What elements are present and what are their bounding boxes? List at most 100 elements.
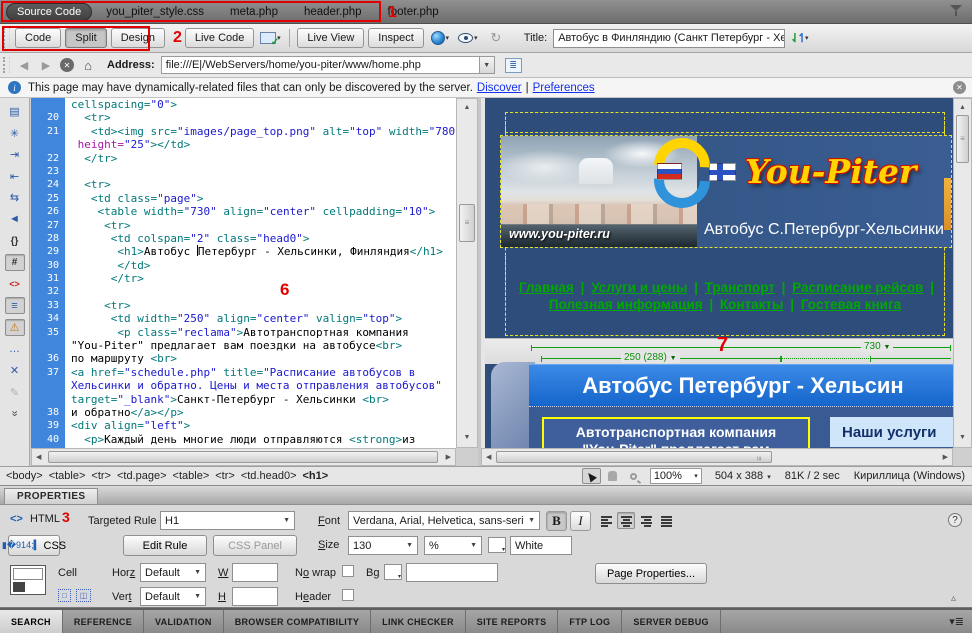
results-tab-validation[interactable]: VALIDATION <box>144 610 224 633</box>
stop-icon[interactable]: ✕ <box>60 58 74 72</box>
collapse-selection-icon[interactable]: ⇤ <box>5 168 25 185</box>
forward-icon[interactable]: ▶ <box>37 57 55 73</box>
font-select[interactable]: Verdana, Arial, Helvetica, sans-serif▼ <box>348 511 540 530</box>
menu-link[interactable]: Контакты <box>720 297 784 312</box>
page-properties-button[interactable]: Page Properties... <box>595 563 707 584</box>
design-view[interactable]: You-Piter Автобус С.Петербург-Хельсинки … <box>481 98 953 448</box>
italic-button[interactable]: I <box>570 511 591 531</box>
design-horizontal-scrollbar[interactable]: ◀ ≡ ▶ <box>481 448 953 466</box>
text-color-swatch[interactable] <box>488 537 506 553</box>
tag-selector-item[interactable]: <tr> <box>215 470 235 482</box>
targeted-rule-select[interactable]: H1▼ <box>160 511 295 530</box>
view-button-code[interactable]: Code <box>15 28 61 48</box>
table-width-label[interactable]: 730 ▼ <box>861 341 893 352</box>
code-horizontal-scrollbar[interactable]: ◀ ▶ <box>31 448 456 466</box>
scroll-left-icon[interactable]: ◀ <box>486 449 491 465</box>
help-icon[interactable]: ? <box>948 513 962 527</box>
code-navigator-icon[interactable]: ✳ <box>5 125 25 142</box>
results-tab-browser-compatibility[interactable]: BROWSER COMPATIBILITY <box>224 610 371 633</box>
w-input[interactable] <box>232 563 278 582</box>
align-center-button[interactable] <box>617 512 635 529</box>
preview-in-browser-globe-icon[interactable]: ▾ <box>428 28 452 48</box>
wrap-tag-icon[interactable]: ✎ <box>5 384 25 401</box>
title-input[interactable]: Автобус в Финляндию (Санкт Петербург - Х… <box>553 29 785 48</box>
tag-selector-item[interactable]: <body> <box>6 470 43 482</box>
file-tab[interactable]: you_piter_style.css <box>106 6 204 18</box>
code-vertical-scrollbar[interactable]: ▲ ≡ ▼ <box>456 98 478 448</box>
properties-tab[interactable]: PROPERTIES <box>4 488 98 504</box>
services-box[interactable]: Наши услуги <box>830 417 953 447</box>
results-tab-server-debug[interactable]: SERVER DEBUG <box>622 610 720 633</box>
scroll-up-icon[interactable]: ▲ <box>954 101 971 115</box>
expand-all-icon[interactable]: ⇆ <box>5 189 25 206</box>
menu-link[interactable]: Гостевая книга <box>801 297 901 312</box>
column-width-label[interactable]: 250 (288) ▼ <box>621 352 680 363</box>
results-tab-link-checker[interactable]: LINK CHECKER <box>371 610 466 633</box>
results-tab-ftp-log[interactable]: FTP LOG <box>558 610 622 633</box>
address-input[interactable]: file:///E|/WebServers/home/you-piter/www… <box>161 56 479 74</box>
file-tab[interactable]: header.php <box>304 6 362 18</box>
css-panel-button[interactable]: CSS Panel <box>213 535 297 556</box>
vert-select[interactable]: Default▼ <box>140 587 206 606</box>
check-browser-compatibility-icon[interactable]: ▾ <box>258 28 282 48</box>
design-heading-bar[interactable]: Автобус Петербург - Хельсин <box>529 364 953 406</box>
live-code-button[interactable]: Live Code <box>185 28 255 48</box>
live-view-button[interactable]: Live View <box>297 28 364 48</box>
menu-link[interactable]: Транспорт <box>705 280 775 295</box>
align-justify-button[interactable] <box>657 512 675 529</box>
bg-color-field[interactable] <box>406 563 498 582</box>
code-editor[interactable]: cellspacing="0">20 <tr>21 <td><img src="… <box>31 98 456 448</box>
recent-snippets-icon[interactable]: » <box>6 404 23 424</box>
scroll-down-icon[interactable]: ▼ <box>457 431 477 445</box>
open-documents-icon[interactable]: ▤ <box>5 103 25 120</box>
scroll-left-icon[interactable]: ◀ <box>36 449 41 465</box>
file-management-icon[interactable]: ⇃↿▾ <box>787 28 811 48</box>
html-mode-button[interactable]: HTML <box>30 513 60 525</box>
home-icon[interactable]: ⌂ <box>79 57 97 73</box>
preferences-link[interactable]: Preferences <box>533 82 595 94</box>
filter-related-files-icon[interactable] <box>948 5 964 19</box>
inspect-button[interactable]: Inspect <box>368 28 423 48</box>
remove-comment-icon[interactable]: ✕ <box>5 362 25 379</box>
menu-link[interactable]: Главная <box>519 280 574 295</box>
design-vertical-scrollbar[interactable]: ▲ ≡ ▼ <box>953 98 972 448</box>
reclama-box[interactable]: Автотранспортная компания "You-Piter" пр… <box>542 417 810 448</box>
collapse-full-tag-icon[interactable]: ⇥ <box>5 146 25 163</box>
window-size-select[interactable]: 504 x 388 ▾ <box>715 470 771 482</box>
tag-selector-item[interactable]: <h1> <box>303 470 329 482</box>
menu-link[interactable]: Расписание рейсов <box>792 280 923 295</box>
css-mode-button[interactable]: ▮�914;▍CSS <box>8 535 60 556</box>
view-button-split[interactable]: Split <box>65 28 106 48</box>
refresh-design-view-icon[interactable]: ↻ <box>484 28 508 48</box>
apply-comment-icon[interactable]: … <box>5 341 25 358</box>
tag-selector-item[interactable]: <tr> <box>91 470 111 482</box>
results-tab-reference[interactable]: REFERENCE <box>63 610 144 633</box>
align-left-button[interactable] <box>597 512 615 529</box>
results-tab-search[interactable]: SEARCH <box>0 610 63 633</box>
size-unit-select[interactable]: %▼ <box>424 536 482 555</box>
split-cell-icon[interactable]: ◫ <box>76 589 91 602</box>
tag-selector-item[interactable]: <td.head0> <box>241 470 297 482</box>
view-options-icon[interactable]: ≣ <box>505 58 522 73</box>
tag-selector-item[interactable]: <table> <box>49 470 86 482</box>
syntax-error-alerts-icon[interactable]: ⚠ <box>5 319 25 336</box>
highlight-invalid-code-icon[interactable]: <> <box>5 276 25 293</box>
tag-selector-item[interactable]: <table> <box>173 470 210 482</box>
tag-selector-item[interactable]: <td.page> <box>117 470 167 482</box>
scroll-down-icon[interactable]: ▼ <box>954 431 971 445</box>
balance-braces-icon[interactable]: {} <box>5 233 25 250</box>
discover-link[interactable]: Discover <box>477 82 522 94</box>
header-checkbox[interactable] <box>342 589 354 601</box>
menu-link[interactable]: Полезная информация <box>549 297 703 312</box>
line-numbers-icon[interactable]: # <box>5 254 25 271</box>
bold-button[interactable]: B <box>546 511 567 531</box>
magnification-select[interactable]: 100%▾ <box>650 468 702 484</box>
view-button-design[interactable]: Design <box>111 28 165 48</box>
visual-aids-eye-icon[interactable]: ▾ <box>456 28 480 48</box>
word-wrap-icon[interactable]: ≡ <box>5 297 25 314</box>
menu-link[interactable]: Услуги и цены <box>591 280 687 295</box>
source-code-button[interactable]: Source Code <box>6 3 92 21</box>
select-tool-icon[interactable] <box>582 468 601 484</box>
merge-cells-icon[interactable]: □ <box>58 589 71 602</box>
edit-rule-button[interactable]: Edit Rule <box>123 535 207 556</box>
